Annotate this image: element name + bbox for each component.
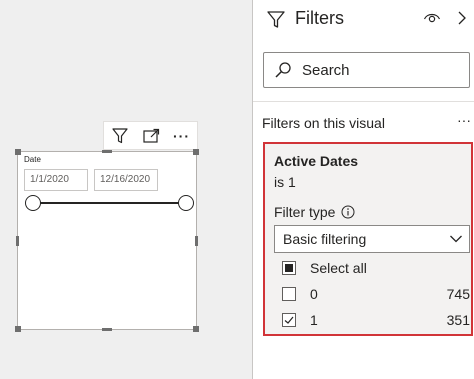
visual-header: ··· bbox=[103, 121, 198, 150]
focus-mode-button[interactable] bbox=[135, 122, 166, 149]
search-icon bbox=[275, 62, 291, 78]
more-options-button[interactable]: ··· bbox=[166, 122, 197, 149]
filters-pane: Filters Search Filters on this visual ··… bbox=[252, 0, 474, 379]
checkbox-checked[interactable] bbox=[282, 313, 296, 327]
resize-handle-left[interactable] bbox=[16, 236, 19, 246]
option-label: Select all bbox=[310, 260, 367, 276]
option-count: 745 bbox=[446, 286, 470, 302]
slider-end-handle[interactable] bbox=[178, 195, 194, 211]
option-1[interactable]: 1 351 bbox=[274, 310, 470, 330]
more-options-icon: ··· bbox=[173, 127, 190, 144]
focus-mode-icon bbox=[142, 128, 159, 143]
checkbox-partial[interactable] bbox=[282, 261, 296, 275]
filter-type-dropdown[interactable]: Basic filtering bbox=[274, 225, 470, 253]
resize-handle-top-left[interactable] bbox=[15, 149, 21, 155]
filter-type-row: Filter type bbox=[274, 204, 355, 220]
resize-handle-top-right[interactable] bbox=[193, 149, 199, 155]
report-canvas: ··· Date 1/1/2020 12/16/2020 bbox=[0, 0, 252, 379]
filter-icon bbox=[111, 127, 128, 143]
date-slicer-visual[interactable]: Date 1/1/2020 12/16/2020 bbox=[15, 149, 199, 332]
option-0[interactable]: 0 745 bbox=[274, 284, 470, 304]
filters-pane-header: Filters bbox=[253, 0, 474, 38]
checkbox-unchecked[interactable] bbox=[282, 287, 296, 301]
option-count: 351 bbox=[446, 312, 470, 328]
end-date-input[interactable]: 12/16/2020 bbox=[94, 169, 158, 191]
resize-handle-bottom[interactable] bbox=[102, 328, 112, 331]
filters-on-visual-label: Filters on this visual bbox=[262, 115, 385, 131]
filters-pane-title: Filters bbox=[295, 8, 344, 28]
slicer-title: Date bbox=[24, 155, 41, 164]
slider-track[interactable] bbox=[34, 202, 186, 204]
filter-card-active-dates[interactable]: Active Dates is 1 Filter type Basic filt… bbox=[263, 142, 473, 336]
option-label: 0 bbox=[310, 286, 318, 302]
slider-start-handle[interactable] bbox=[25, 195, 41, 211]
filters-search-box[interactable]: Search bbox=[263, 52, 470, 88]
eye-icon[interactable] bbox=[423, 11, 441, 25]
info-icon[interactable] bbox=[341, 205, 355, 219]
chevron-down-icon bbox=[450, 235, 462, 243]
filter-card-condition: is 1 bbox=[274, 174, 296, 190]
start-date-input[interactable]: 1/1/2020 bbox=[24, 169, 88, 191]
resize-handle-top[interactable] bbox=[102, 150, 112, 153]
resize-handle-bottom-right[interactable] bbox=[193, 326, 199, 332]
chevron-right-icon[interactable] bbox=[457, 10, 467, 26]
section-more-options-icon[interactable]: ··· bbox=[457, 112, 471, 128]
filter-type-value: Basic filtering bbox=[283, 231, 367, 247]
filter-card-title[interactable]: Active Dates bbox=[274, 153, 358, 169]
option-label: 1 bbox=[310, 312, 318, 328]
filter-icon bbox=[267, 11, 285, 28]
search-placeholder: Search bbox=[302, 61, 350, 79]
visual-filter-button[interactable] bbox=[104, 122, 135, 149]
pane-divider bbox=[253, 101, 474, 102]
filter-type-label: Filter type bbox=[274, 204, 336, 220]
resize-handle-bottom-left[interactable] bbox=[15, 326, 21, 332]
option-select-all[interactable]: Select all bbox=[274, 258, 470, 278]
checkmark-icon bbox=[284, 316, 294, 324]
resize-handle-right[interactable] bbox=[195, 236, 198, 246]
